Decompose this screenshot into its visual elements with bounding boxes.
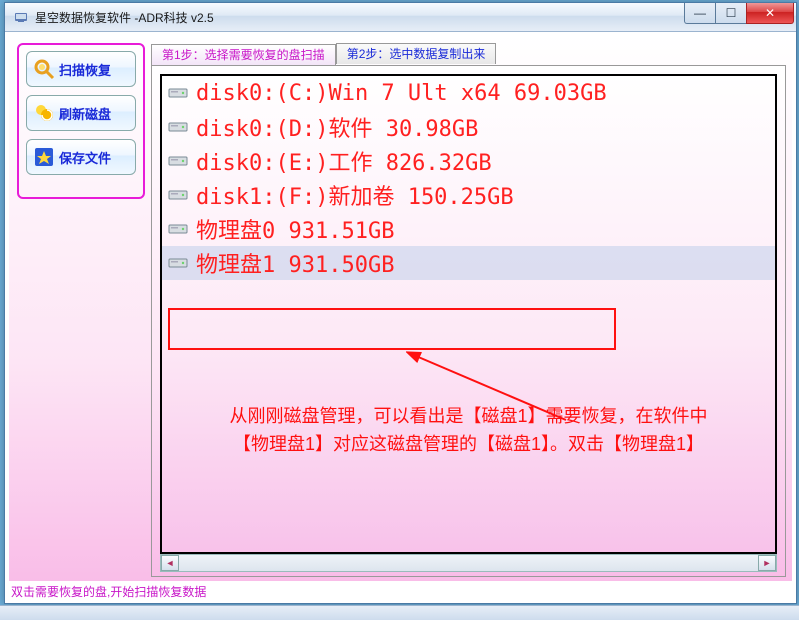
magnifier-icon: [33, 58, 55, 80]
sidebar-button-label: 扫描恢复: [59, 60, 111, 79]
drive-icon: [168, 222, 188, 236]
disk-label: disk0:(E:)工作 826.32GB: [196, 145, 492, 177]
status-bar: 双击需要恢复的盘,开始扫描恢复数据: [11, 583, 790, 601]
disk-label: disk1:(F:)新加卷 150.25GB: [196, 179, 514, 211]
window-title: 星空数据恢复软件 -ADR科技 v2.5: [35, 9, 684, 26]
taskbar[interactable]: [0, 605, 799, 620]
app-icon: [13, 9, 29, 25]
client-area: 扫描恢复 刷新磁盘 保存文件 第1步：选择需要恢复的盘扫描 第2步：选中数据复制…: [9, 35, 792, 581]
drive-icon: [168, 188, 188, 202]
drive-icon: [168, 120, 188, 134]
disk-row[interactable]: 物理盘1 931.50GB: [162, 246, 775, 280]
disk-label: 物理盘1 931.50GB: [196, 247, 394, 279]
disk-label: disk0:(C:)Win 7 Ult x64 69.03GB: [196, 81, 607, 106]
save-file-button[interactable]: 保存文件: [26, 139, 136, 175]
titlebar[interactable]: 星空数据恢复软件 -ADR科技 v2.5 — ☐ ✕: [5, 3, 796, 32]
maximize-button[interactable]: ☐: [716, 3, 746, 24]
disk-list[interactable]: disk0:(C:)Win 7 Ult x64 69.03GB disk0:(D:…: [160, 74, 777, 554]
sidebar-button-label: 刷新磁盘: [59, 104, 111, 123]
scan-recover-button[interactable]: 扫描恢复: [26, 51, 136, 87]
minimize-button[interactable]: —: [684, 3, 716, 24]
disk-row[interactable]: disk0:(C:)Win 7 Ult x64 69.03GB: [162, 76, 775, 110]
scroll-right-button[interactable]: ►: [758, 555, 776, 571]
main-area: 第1步：选择需要恢复的盘扫描 第2步：选中数据复制出来 disk0:(C:)Wi…: [151, 43, 786, 575]
tab-content: disk0:(C:)Win 7 Ult x64 69.03GB disk0:(D:…: [151, 65, 786, 577]
disk-row[interactable]: disk0:(D:)软件 30.98GB: [162, 110, 775, 144]
disk-label: disk0:(D:)软件 30.98GB: [196, 111, 478, 143]
tab-step2[interactable]: 第2步：选中数据复制出来: [336, 43, 497, 64]
disk-label: 物理盘0 931.51GB: [196, 213, 394, 245]
disk-row[interactable]: disk1:(F:)新加卷 150.25GB: [162, 178, 775, 212]
disk-row[interactable]: disk0:(E:)工作 826.32GB: [162, 144, 775, 178]
horizontal-scrollbar[interactable]: ◄ ►: [160, 554, 777, 572]
annotation-arrow: [406, 350, 606, 430]
scroll-left-button[interactable]: ◄: [161, 555, 179, 571]
sidebar: 扫描恢复 刷新磁盘 保存文件: [17, 43, 145, 199]
drive-icon: [168, 154, 188, 168]
sidebar-button-label: 保存文件: [59, 148, 111, 167]
app-window: 星空数据恢复软件 -ADR科技 v2.5 — ☐ ✕ 扫描恢复 刷新磁盘: [4, 2, 797, 604]
refresh-disk-button[interactable]: 刷新磁盘: [26, 95, 136, 131]
tab-strip: 第1步：选择需要恢复的盘扫描 第2步：选中数据复制出来: [151, 43, 786, 65]
save-icon: [33, 146, 55, 168]
refresh-icon: [33, 102, 55, 124]
tab-step1[interactable]: 第1步：选择需要恢复的盘扫描: [151, 44, 336, 65]
drive-icon: [168, 256, 188, 270]
close-button[interactable]: ✕: [746, 3, 794, 24]
drive-icon: [168, 86, 188, 100]
annotation-text: 从刚刚磁盘管理，可以看出是【磁盘1】需要恢复，在软件中 【物理盘1】对应这磁盘管…: [172, 402, 765, 458]
disk-row[interactable]: 物理盘0 931.51GB: [162, 212, 775, 246]
annotation-highlight-box: [168, 308, 616, 350]
